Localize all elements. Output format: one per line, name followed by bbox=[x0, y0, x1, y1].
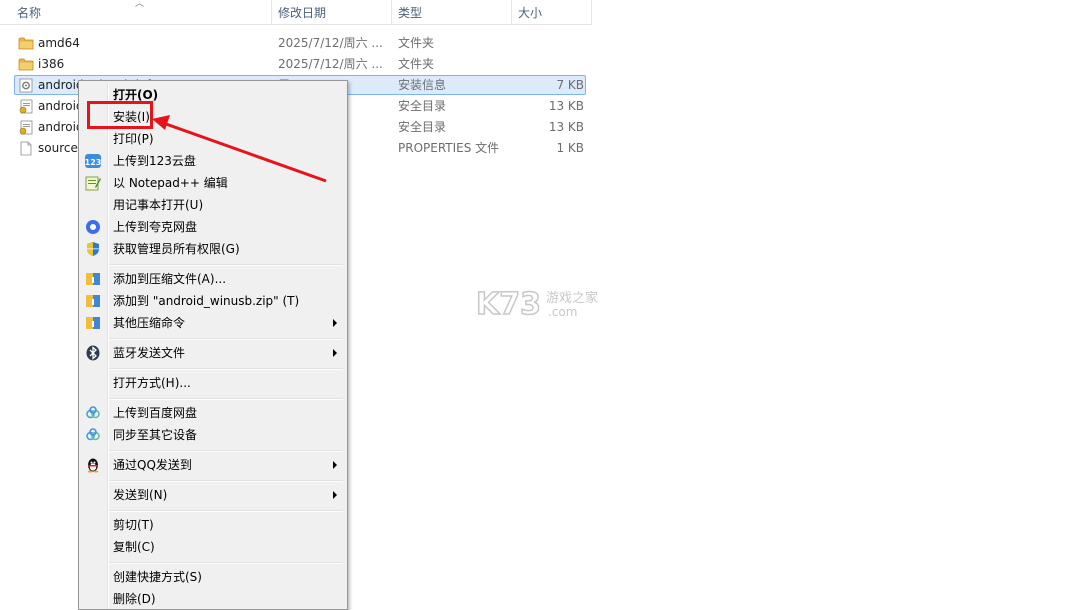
archive-icon bbox=[86, 317, 100, 329]
menu-item-bluetooth[interactable]: 蓝牙发送文件 bbox=[81, 342, 345, 364]
file-size: 1 KB bbox=[556, 141, 584, 155]
file-date: 2025/7/12/周六 ... bbox=[278, 36, 382, 50]
file-name: amd64 bbox=[38, 36, 80, 50]
menu-item-upload-123[interactable]: 123 上传到123云盘 bbox=[81, 150, 345, 172]
menu-item-send-to[interactable]: 发送到(N) bbox=[81, 484, 345, 506]
setup-info-file-icon bbox=[19, 78, 33, 93]
bluetooth-icon bbox=[86, 345, 100, 361]
submenu-arrow-icon bbox=[333, 349, 337, 357]
qq-penguin-icon bbox=[87, 458, 99, 473]
submenu-arrow-icon bbox=[333, 491, 337, 499]
menu-item-send-qq[interactable]: 通过QQ发送到 bbox=[81, 454, 345, 476]
file-name: i386 bbox=[38, 57, 65, 71]
menu-item-delete[interactable]: 删除(D) bbox=[81, 588, 345, 610]
menu-item-copy[interactable]: 复制(C) bbox=[81, 536, 345, 558]
quark-drive-icon bbox=[86, 220, 100, 234]
install-highlight-box bbox=[87, 101, 153, 129]
menu-item-open-with[interactable]: 打开方式(H)... bbox=[81, 372, 345, 394]
column-type[interactable]: 类型 bbox=[398, 0, 506, 24]
file-size: 13 KB bbox=[548, 120, 584, 134]
menu-item-sync-devices[interactable]: 同步至其它设备 bbox=[81, 424, 345, 446]
menu-item-add-archive[interactable]: 添加到压缩文件(A)... bbox=[81, 268, 345, 290]
file-type: PROPERTIES 文件 bbox=[398, 141, 500, 155]
security-catalog-icon bbox=[19, 120, 33, 135]
file-size: 7 KB bbox=[556, 78, 584, 92]
security-catalog-icon bbox=[19, 99, 33, 114]
menu-item-add-zip[interactable]: 添加到 "android_winusb.zip" (T) bbox=[81, 290, 345, 312]
file-size: 13 KB bbox=[548, 99, 584, 113]
column-divider[interactable] bbox=[271, 0, 272, 24]
menu-separator bbox=[109, 338, 343, 340]
blank-file-icon bbox=[20, 141, 32, 156]
file-size bbox=[512, 33, 584, 54]
folder-icon bbox=[18, 37, 34, 50]
baidu-netdisk-icon bbox=[86, 428, 100, 441]
column-size[interactable]: 大小 bbox=[518, 0, 588, 24]
svg-text:123: 123 bbox=[85, 158, 101, 167]
file-type: 安全目录 bbox=[398, 99, 447, 113]
context-menu: 打开(O) 安装(I) 打印(P) 123 上传到123云盘 以 Notepad… bbox=[78, 80, 348, 610]
menu-item-notepadpp[interactable]: 以 Notepad++ 编辑 bbox=[81, 172, 345, 194]
file-row-amd64[interactable]: amd64 2025/7/12/周六 ... 文件夹 bbox=[0, 33, 590, 54]
menu-item-upload-quark[interactable]: 上传到夸克网盘 bbox=[81, 216, 345, 238]
baidu-netdisk-icon bbox=[86, 406, 100, 419]
menu-separator bbox=[109, 510, 343, 512]
column-divider[interactable] bbox=[391, 0, 392, 24]
watermark-brand: K73 bbox=[476, 287, 541, 322]
submenu-arrow-icon bbox=[333, 461, 337, 469]
file-type: 文件夹 bbox=[398, 36, 435, 50]
column-name[interactable]: 名称 bbox=[17, 0, 267, 24]
menu-separator bbox=[109, 562, 343, 564]
uac-shield-icon bbox=[87, 242, 99, 256]
column-header: ︿ 名称 修改日期 类型 大小 bbox=[0, 0, 592, 25]
file-date: 2025/7/12/周六 ... bbox=[278, 57, 382, 71]
submenu-arrow-icon bbox=[333, 319, 337, 327]
file-type: 安全目录 bbox=[398, 120, 447, 134]
file-row-i386[interactable]: i386 2025/7/12/周六 ... 文件夹 bbox=[0, 54, 590, 75]
menu-separator bbox=[109, 264, 343, 266]
notepadpp-icon bbox=[85, 176, 101, 191]
column-divider[interactable] bbox=[511, 0, 512, 24]
menu-item-upload-baidu[interactable]: 上传到百度网盘 bbox=[81, 402, 345, 424]
watermark-domain: .com bbox=[548, 305, 577, 319]
menu-separator bbox=[109, 450, 343, 452]
menu-item-other-compress[interactable]: 其他压缩命令 bbox=[81, 312, 345, 334]
menu-item-open-notepad[interactable]: 用记事本打开(U) bbox=[81, 194, 345, 216]
file-type: 文件夹 bbox=[398, 57, 435, 71]
menu-item-create-shortcut[interactable]: 创建快捷方式(S) bbox=[81, 566, 345, 588]
cloud-123-icon: 123 bbox=[85, 154, 101, 168]
menu-separator bbox=[109, 368, 343, 370]
menu-item-take-ownership[interactable]: 获取管理员所有权限(G) bbox=[81, 238, 345, 260]
menu-separator bbox=[109, 480, 343, 482]
menu-item-cut[interactable]: 剪切(T) bbox=[81, 514, 345, 536]
menu-separator bbox=[109, 398, 343, 400]
file-type: 安装信息 bbox=[398, 78, 447, 92]
archive-icon bbox=[86, 273, 100, 285]
k73-watermark-logo: K73 游戏之家 .com bbox=[476, 286, 598, 323]
archive-icon bbox=[86, 295, 100, 307]
watermark-cn: 游戏之家 bbox=[546, 290, 598, 306]
column-date[interactable]: 修改日期 bbox=[278, 0, 386, 24]
folder-icon bbox=[18, 58, 34, 71]
column-divider[interactable] bbox=[591, 0, 592, 24]
menu-item-print[interactable]: 打印(P) bbox=[81, 128, 345, 150]
file-size bbox=[512, 54, 584, 75]
